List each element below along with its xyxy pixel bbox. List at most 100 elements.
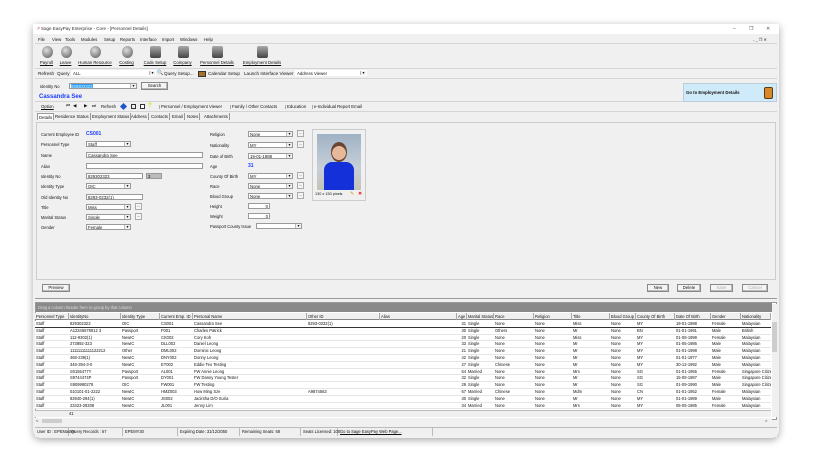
column-header-personal-name[interactable]: Personal Name — [193, 313, 307, 320]
toolbar-company[interactable]: Company — [171, 46, 194, 68]
upload-photo-icon[interactable]: ✎ — [350, 192, 354, 197]
title-more-button[interactable]: ... — [135, 203, 142, 210]
blood-group-more-button[interactable]: ... — [297, 192, 304, 199]
column-header-other-id[interactable]: Other ID — [307, 313, 380, 320]
nav-link-1[interactable]: Family / Other Contacts — [230, 104, 277, 110]
old-identity-no-input[interactable]: 8293-0232(1) — [86, 194, 143, 200]
nav-link-0[interactable]: Personnel / Employment Viewer — [159, 104, 222, 110]
preview-button[interactable]: Preview — [42, 284, 70, 292]
passport-county-issue-select[interactable] — [256, 223, 302, 229]
table-row[interactable]: Staff 23423-29308 NewIC JL001 Jenny Lim 34 Mar… — [35, 402, 771, 410]
column-header-county-of-birth[interactable]: County Of Birth — [636, 313, 675, 320]
menu-file[interactable]: File — [38, 37, 45, 42]
table-row[interactable]: Staff 83940-294(1) NewIC JS002 Jacintha D/O … — [35, 395, 771, 403]
nav-link-3[interactable]: e-Individual Report Email — [312, 104, 362, 110]
restore-button[interactable]: ❐ — [749, 27, 753, 32]
toolbar-code-setup[interactable]: Code Setup — [142, 46, 168, 68]
religion-select[interactable]: None — [248, 131, 293, 137]
menu-help[interactable]: Help — [204, 37, 213, 42]
marital-status-more-button[interactable]: ... — [135, 213, 142, 220]
next-record-button[interactable]: ▶ — [84, 103, 87, 109]
help-bulb-icon[interactable]: ? — [148, 103, 152, 109]
menu-view[interactable]: View — [52, 37, 61, 42]
cancel-button[interactable]: Cancel — [742, 284, 768, 292]
document-icon[interactable] — [140, 104, 145, 109]
menu-reports[interactable]: Reports — [120, 37, 135, 42]
table-row[interactable]: Staff 468-239(1) NewIC DNY002 Donny Leong 42 S… — [35, 355, 771, 362]
county-of-birth-more-button[interactable]: ... — [297, 172, 304, 179]
table-row[interactable]: Staff 010101-01-2222 NewIC HMZ003 How Ming S… — [35, 389, 771, 396]
tab-attachments[interactable]: Attachments — [203, 113, 230, 120]
toolbar-human-resource[interactable]: Human Resource — [76, 46, 114, 68]
nationality-more-button[interactable]: ... — [297, 141, 304, 148]
menu-tools[interactable]: Tools — [65, 37, 75, 42]
nationality-select[interactable]: MY — [248, 142, 293, 148]
option-menu[interactable]: Option — [41, 104, 54, 109]
toolbar-payroll[interactable]: Payroll — [38, 46, 55, 68]
query-setup-button[interactable]: Query Setup... — [164, 71, 194, 77]
tab-details[interactable]: Details — [37, 113, 55, 120]
tab-residence-status[interactable]: Residence Status — [54, 113, 91, 120]
nav-link-2[interactable]: Education — [285, 104, 306, 110]
height-input[interactable]: 0 — [248, 203, 270, 209]
column-header-identityno[interactable]: IdentityNo — [69, 313, 121, 320]
mdi-controls[interactable]: - _ ❐ ✕ — [753, 38, 767, 42]
tab-contacts[interactable]: Contacts — [150, 113, 170, 120]
menu-windows[interactable]: Windows — [180, 37, 197, 42]
close-button[interactable]: ✕ — [766, 27, 770, 32]
race-more-button[interactable]: ... — [297, 182, 304, 189]
table-row[interactable]: Staff 112-9302(1) NewIC CK002 Cory Koh 20 Sing… — [35, 334, 771, 342]
column-header-marital-status[interactable]: Marital Status — [467, 313, 494, 320]
personnel-type-select[interactable]: Staff — [86, 141, 131, 147]
marital-status-select[interactable]: Single — [86, 214, 131, 220]
name-input[interactable]: Cassandra See — [86, 152, 203, 158]
menu-setup[interactable]: Setup — [104, 37, 115, 42]
tab-notes[interactable]: Notes — [186, 113, 201, 120]
identity-type-select[interactable]: OIC — [86, 183, 131, 189]
tab-address[interactable]: Address — [130, 113, 149, 120]
record-refresh-button[interactable]: Refresh — [101, 104, 116, 109]
prev-record-button[interactable]: ◀ — [73, 103, 76, 109]
last-record-button[interactable]: ⏭ — [92, 103, 96, 109]
alias-input[interactable] — [86, 163, 203, 169]
county-of-birth-select[interactable]: MY — [248, 173, 293, 179]
menu-modules[interactable]: Modules — [81, 37, 97, 42]
horizontal-scrollbar[interactable]: < > — [35, 418, 772, 424]
column-header-date-of-birth[interactable]: Date Of Birth — [675, 313, 711, 320]
toolbar-leave[interactable]: Leave — [58, 46, 73, 68]
column-header-blood-group[interactable]: Blood Group — [610, 313, 636, 320]
viewer-select[interactable]: Address Viewer — [295, 70, 367, 76]
gender-select[interactable]: Female — [86, 224, 131, 230]
date-of-birth-select[interactable]: 19-01-1988 — [248, 153, 293, 159]
column-header-alias[interactable]: Alias — [380, 313, 457, 320]
column-header-title[interactable]: Title — [572, 313, 610, 320]
column-header-religion[interactable]: Religion — [534, 313, 572, 320]
toolbar-employment-details[interactable]: Employment Details — [240, 46, 284, 68]
table-row[interactable]: Staff 829302323 OIC CS001 Cassandra See 8293-… — [35, 321, 771, 328]
tab-email[interactable]: Email — [171, 113, 185, 120]
religion-more-button[interactable]: ... — [297, 130, 304, 137]
table-row[interactable]: Staff S909990278 OIC FW001 FW Testing 29 Singl… — [35, 382, 771, 389]
weight-input[interactable]: 0 — [248, 213, 270, 219]
column-header-age[interactable]: Age — [457, 313, 467, 320]
table-row[interactable]: Staff 11111111111122212 Other DML002 Dominic… — [35, 348, 771, 355]
query-select[interactable]: ALL — [71, 70, 156, 76]
table-row[interactable]: Staff S0155477Y Passport AL001 FW Annie Leon… — [35, 368, 771, 376]
menu-import[interactable]: Import — [162, 37, 174, 42]
goto-employment-details-button[interactable]: Go to Employment Details — [683, 83, 777, 102]
table-row[interactable]: Staff 348-394-3-0 NewIC ET002 Eddie Teo Test… — [35, 361, 771, 369]
table-row[interactable]: Staff 273892-323 NewIC DLL002 Daniel Leong 33… — [35, 341, 771, 349]
group-by-area[interactable]: Drag a column header here to group by th… — [36, 303, 772, 312]
save-button[interactable]: Save — [710, 284, 733, 292]
identity-no-input[interactable]: 829302323 — [86, 173, 143, 179]
sage-web-link[interactable]: Go to Sage EasyPay Web Page... — [338, 428, 433, 436]
column-header-personnel-type[interactable]: Personnel Type — [35, 313, 69, 320]
race-select[interactable]: None — [248, 183, 293, 189]
column-header-current-emp--id[interactable]: Current Emp. ID — [160, 313, 193, 320]
calendar-setup-button[interactable]: Calendar Setup — [208, 71, 240, 77]
table-row[interactable]: Staff A12345678912 3 Passport F001 Charles P… — [35, 327, 771, 335]
tab-employment-status[interactable]: Employment Status — [91, 113, 132, 120]
report-icon[interactable] — [131, 104, 136, 109]
new-button[interactable]: New — [647, 284, 669, 292]
title-select[interactable]: Miss — [86, 204, 131, 210]
